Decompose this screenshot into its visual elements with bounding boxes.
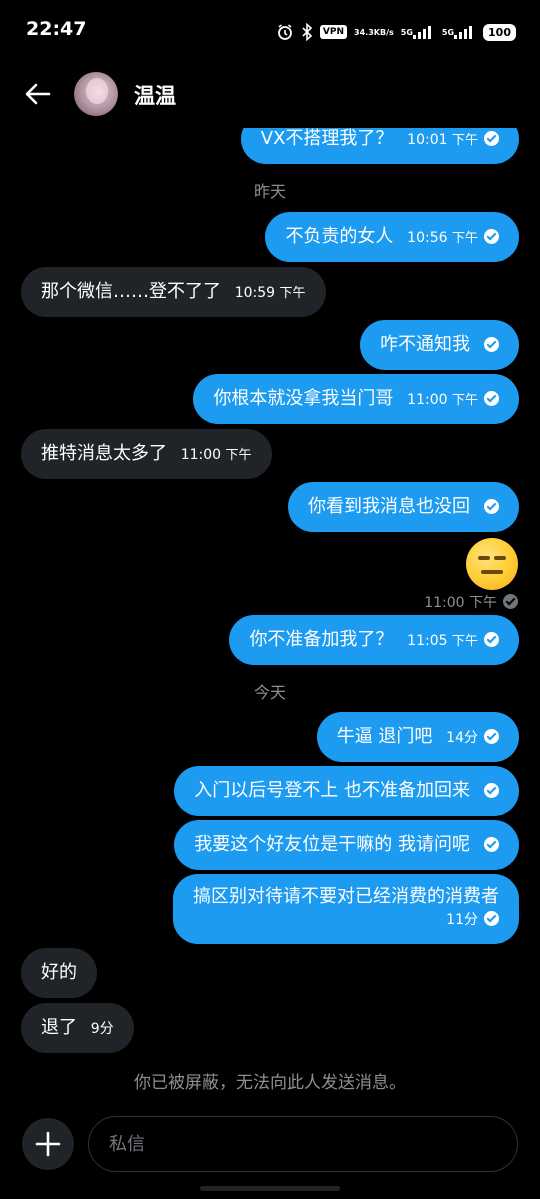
message-time: 11:00 下午 <box>424 592 518 612</box>
message-bubble[interactable]: 推特消息太多了 11:00 下午 <box>21 429 272 479</box>
message-bubble[interactable]: 我要这个好友位是干嘛的 我请问呢 <box>174 820 519 870</box>
message-list[interactable]: VX不搭理我了？ 10:01 下午 昨天 不负责的女人 10:56 下午 那个微… <box>0 128 540 1090</box>
signal-icon: 5G <box>442 25 476 39</box>
message-bubble[interactable]: 搞区别对待请不要对已经消费的消费者 11分 <box>173 874 519 944</box>
status-bar: 22:47 VPN 34.3 KB/s 5G 5G 100 <box>0 0 540 64</box>
read-check-icon <box>484 729 499 744</box>
message-text: 你看到我消息也没回 <box>308 496 470 517</box>
vpn-icon: VPN <box>319 25 348 39</box>
read-check-icon <box>484 632 499 647</box>
read-check-icon <box>484 911 499 926</box>
read-check-icon <box>484 337 499 352</box>
message-bubble[interactable]: 不负责的女人 10:56 下午 <box>265 212 519 262</box>
message-bubble[interactable]: 牛逼 退门吧 14分 <box>316 712 519 762</box>
message-time: 11:05 下午 <box>407 633 478 649</box>
message-text: 我要这个好友位是干嘛的 我请问呢 <box>194 834 470 855</box>
message-bubble[interactable]: 你不准备加我了？ 11:05 下午 <box>229 615 519 665</box>
plus-icon <box>35 1131 61 1157</box>
message-text: 不负责的女人 <box>285 226 394 247</box>
message-text: 入门以后号登不上 也不准备加回来 <box>194 780 470 801</box>
read-check-icon <box>484 499 499 514</box>
add-media-button[interactable] <box>22 1118 74 1170</box>
message-text: 推特消息太多了 <box>41 443 167 464</box>
composer <box>0 1114 540 1174</box>
network-type-2: 5G <box>441 27 455 37</box>
day-separator: 昨天 <box>253 182 286 201</box>
net-speed: 34.3 KB/s <box>354 28 394 37</box>
message-bubble[interactable]: 你看到我消息也没回 <box>288 482 519 532</box>
message-bubble[interactable]: 咋不通知我 <box>360 320 519 370</box>
back-button[interactable] <box>22 78 54 110</box>
blocked-notice: 你已被屏蔽，无法向此人发送消息。 <box>134 1073 406 1093</box>
status-icons: VPN 34.3 KB/s 5G 5G 100 <box>276 20 516 44</box>
message-time: 10:59 下午 <box>234 285 306 301</box>
day-separator: 今天 <box>253 683 286 702</box>
status-time: 22:47 <box>26 18 87 40</box>
read-check-icon <box>484 783 499 798</box>
neutral-face-emoji[interactable] <box>466 538 518 590</box>
message-text: 退了 <box>41 1017 77 1038</box>
message-time: 9分 <box>90 1021 114 1037</box>
message-text: 那个微信……登不了了 <box>41 281 221 302</box>
message-time: 10:01 下午 <box>407 132 478 148</box>
read-check-icon <box>484 229 499 244</box>
message-bubble[interactable]: VX不搭理我了？ 10:01 下午 <box>240 128 519 164</box>
message-text: 好的 <box>41 962 77 983</box>
bluetooth-icon <box>301 23 313 41</box>
read-check-icon <box>484 131 499 146</box>
alarm-icon <box>276 23 294 41</box>
message-bubble[interactable]: 退了 9分 <box>21 1003 134 1053</box>
message-text: 你不准备加我了？ <box>249 629 394 650</box>
message-text: 咋不通知我 <box>380 334 470 355</box>
message-bubble[interactable]: 好的 <box>21 948 97 998</box>
message-time: 11:00 下午 <box>407 392 478 408</box>
battery-icon: 100 <box>483 23 516 41</box>
message-bubble[interactable]: 那个微信……登不了了 10:59 下午 <box>21 267 326 317</box>
avatar[interactable] <box>74 72 118 116</box>
message-time: 11分 <box>193 910 499 930</box>
conversation-header: 温温 <box>0 64 540 128</box>
home-indicator <box>200 1186 340 1191</box>
signal-icon: 5G <box>401 25 435 39</box>
network-type-1: 5G <box>400 27 413 37</box>
net-speed-unit: KB/s <box>373 27 394 37</box>
read-check-icon <box>484 837 499 852</box>
message-text: VX不搭理我了？ <box>260 128 394 149</box>
message-bubble[interactable]: 入门以后号登不上 也不准备加回来 <box>174 766 519 816</box>
message-bubble[interactable]: 你根本就没拿我当门哥 11:00 下午 <box>193 374 519 424</box>
message-time: 14分 <box>446 730 478 746</box>
message-time: 10:56 下午 <box>407 230 478 246</box>
arrow-left-icon <box>25 83 51 105</box>
message-time: 11:00 下午 <box>180 447 252 463</box>
dm-input[interactable] <box>88 1116 518 1172</box>
message-text: 搞区别对待请不要对已经消费的消费者 <box>193 886 499 907</box>
net-speed-value: 34.3 <box>354 27 374 37</box>
read-check-icon <box>484 391 499 406</box>
message-text: 牛逼 退门吧 <box>336 726 433 747</box>
contact-name[interactable]: 温温 <box>134 80 176 110</box>
read-check-icon <box>503 594 518 609</box>
message-text: 你根本就没拿我当门哥 <box>213 388 394 409</box>
